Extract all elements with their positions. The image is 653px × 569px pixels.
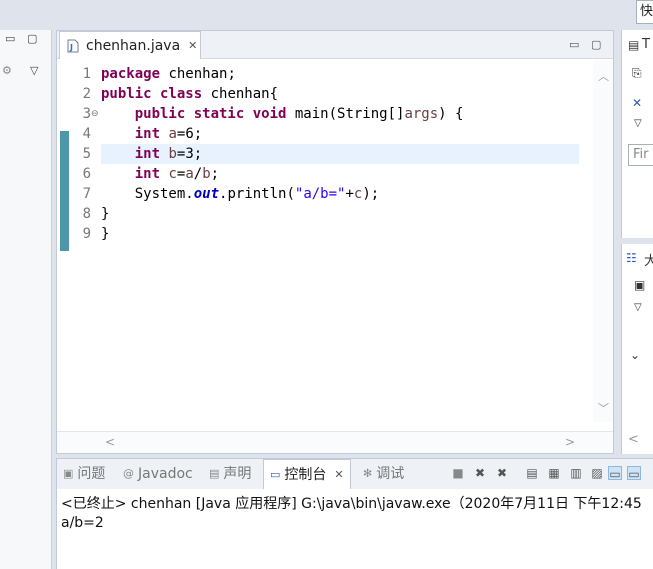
minimize-icon[interactable]: ▭ (569, 38, 579, 51)
code-line: package chenhan; (101, 66, 236, 82)
tab-label: 控制台 (284, 466, 327, 483)
outline-icon: ☷ (626, 251, 637, 265)
new-task-icon[interactable]: ⎘ (632, 66, 642, 81)
code-line: System.out.println("a/b="+c); (134, 186, 380, 202)
code-line: } (101, 206, 110, 222)
chevron-down-icon[interactable]: ⌄ (630, 348, 640, 362)
code-line: public class chenhan{ (101, 86, 279, 102)
tab-label: chenhan.java (86, 37, 181, 54)
tab-debug[interactable]: ✻ 调试 (363, 459, 404, 489)
tab-label: 声明 (223, 466, 252, 482)
tab-declaration[interactable]: ▤ 声明 (209, 459, 251, 489)
editor-tab-bar: J chenhan.java ✕ ▭ ▢ (57, 31, 613, 59)
console-output: a/b=2 (61, 515, 104, 531)
maximize-icon[interactable]: ▢ (591, 38, 601, 51)
left-view-panel: ▭ ▢ ⚙ ▽ (0, 30, 52, 569)
line-number: 4 (82, 126, 91, 142)
show-on-output-icon[interactable]: ▦ (547, 466, 561, 480)
line-number: 3 (82, 106, 91, 122)
task-list-view: ▤ T ⎘ ✕ ▽ Fir (621, 30, 653, 238)
tab-label: 调试 (376, 466, 405, 482)
remove-launch-icon[interactable]: ✖ (473, 466, 487, 480)
scroll-left-icon[interactable]: < (105, 435, 115, 449)
view-menu-icon[interactable]: ▽ (30, 64, 38, 77)
line-number: 7 (82, 186, 91, 202)
view-menu-icon[interactable]: ▽ (634, 118, 642, 129)
scroll-up-icon[interactable]: ︿ (598, 68, 609, 84)
tab-problems[interactable]: ▣ 问题 (63, 459, 105, 489)
declaration-icon: ▤ (209, 467, 220, 480)
clear-console-icon[interactable]: ▨ (590, 466, 604, 480)
code-line: } (101, 226, 110, 242)
tab-console[interactable]: ▭ 控制台 ✕ (263, 459, 351, 489)
tab-javadoc[interactable]: @ Javadoc (123, 459, 193, 489)
link-icon[interactable]: ⚙ (2, 64, 12, 77)
terminate-icon[interactable]: ■ (451, 466, 465, 480)
code-text-area[interactable]: package chenhan; public class chenhan{ p… (101, 60, 579, 422)
code-line: int b=3; (134, 146, 203, 162)
scroll-down-icon[interactable]: ﹀ (598, 400, 609, 416)
quick-access-button[interactable]: 快 (636, 0, 653, 24)
code-line: int a=6; (134, 126, 203, 142)
java-file-icon: J (67, 39, 79, 52)
line-number: 6 (82, 166, 91, 182)
code-line: int c=a/b; (134, 166, 220, 182)
remove-all-terminated-icon[interactable]: ✖ (495, 466, 509, 480)
horizontal-scrollbar[interactable]: < > (57, 431, 613, 453)
tab-chenhan-java[interactable]: J chenhan.java ✕ (59, 31, 201, 59)
close-icon[interactable]: ✕ (334, 460, 343, 490)
line-number: 1 (82, 66, 91, 82)
line-number-gutter: 1 2 3 ⊖ 4 5 6 7 8 9 (57, 60, 99, 422)
console-tab-bar: ▣ 问题 @ Javadoc ▤ 声明 ▭ 控制台 ✕ ✻ 调试 ■ ✖ ✖ ▤ ▦ ▥ ▨… (57, 459, 653, 489)
console-view: ▣ 问题 @ Javadoc ▤ 声明 ▭ 控制台 ✕ ✻ 调试 ■ ✖ ✖ ▤ ▦ ▥ ▨… (56, 458, 653, 569)
at-icon: @ (123, 467, 134, 480)
view-title: 大 (644, 254, 653, 269)
minimize-icon[interactable]: ▭ (5, 32, 15, 45)
task-list-icon: ▤ (628, 38, 640, 52)
tab-label: 问题 (77, 466, 106, 482)
bug-icon: ✻ (363, 467, 373, 480)
close-icon[interactable]: ✕ (188, 39, 197, 52)
display-console-icon[interactable]: ▭ (627, 466, 641, 481)
line-number: 9 (82, 226, 91, 242)
vertical-scrollbar[interactable]: ︿ ﹀ (593, 60, 613, 422)
find-input[interactable]: Fir (628, 144, 653, 166)
java-editor: J chenhan.java ✕ ▭ ▢ 1 2 3 ⊖ 4 5 6 7 8 9… (56, 30, 614, 454)
scroll-left-icon[interactable]: < (628, 432, 639, 447)
view-menu-icon[interactable]: ▽ (634, 302, 642, 313)
fold-collapse-icon[interactable]: ⊖ (91, 104, 99, 124)
tab-label: Javadoc (138, 466, 193, 482)
svg-text:J: J (69, 43, 73, 52)
scroll-lock-icon[interactable]: ▤ (525, 466, 539, 480)
view-title: T (642, 37, 650, 52)
code-line: public static void main(String[]args) { (134, 106, 464, 122)
filter-icon[interactable]: ✕ (632, 96, 642, 110)
console-header: <已终止> chenhan [Java 应用程序] G:\java\bin\ja… (61, 496, 642, 512)
line-number: 5 (82, 146, 91, 162)
line-number: 2 (82, 86, 91, 102)
collapse-all-icon[interactable]: ▣ (634, 278, 645, 292)
pin-console-icon[interactable]: ▭ (608, 466, 622, 481)
line-number: 8 (82, 206, 91, 222)
outline-view: ☷ 大 ▣ ▽ ⌄ < (621, 244, 653, 454)
console-icon: ▭ (270, 467, 281, 481)
scroll-right-icon[interactable]: > (565, 435, 575, 449)
word-wrap-icon[interactable]: ▥ (569, 466, 583, 480)
maximize-icon[interactable]: ▢ (27, 32, 37, 45)
problems-icon: ▣ (63, 467, 74, 480)
